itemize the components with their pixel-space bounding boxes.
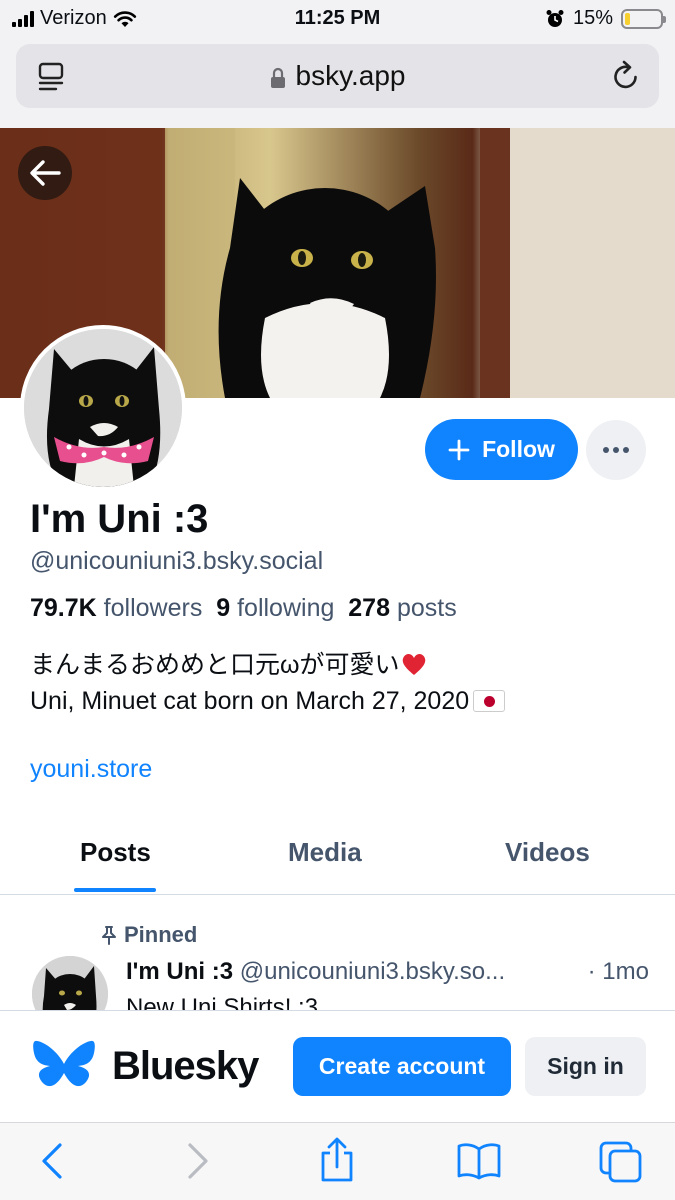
- post-timestamp[interactable]: · 1mo: [583, 958, 649, 986]
- active-tab-indicator: [74, 888, 156, 892]
- profile-avatar[interactable]: [20, 325, 186, 491]
- post-author-name[interactable]: I'm Uni :3: [126, 958, 233, 985]
- bio-line-1-text: まんまるおめめと口元ωが可愛い: [30, 651, 400, 679]
- profile-website-link[interactable]: youni.store: [30, 755, 152, 784]
- ellipsis-icon: [603, 447, 629, 453]
- follow-button[interactable]: Follow: [425, 419, 578, 480]
- battery-level: [625, 12, 631, 25]
- following-label: following: [237, 594, 335, 622]
- posts-count: 278: [348, 594, 390, 622]
- following-count: 9: [216, 594, 231, 622]
- followers-stat[interactable]: 79.7K followers: [30, 594, 202, 622]
- bluesky-wordmark: Bluesky: [112, 1044, 259, 1088]
- lock-icon: [270, 67, 285, 88]
- tabs-icon[interactable]: [599, 1141, 643, 1183]
- posts-label: posts: [396, 594, 457, 622]
- posts-stat: 278 posts: [348, 594, 456, 622]
- bookmarks-icon[interactable]: [456, 1141, 502, 1181]
- bio-line-2-text: Uni, Minuet cat born on March 27, 2020: [30, 687, 470, 715]
- post-author-handle[interactable]: @unicouniuni3.bsky.so...: [240, 958, 505, 985]
- pinned-text: Pinned: [124, 922, 198, 947]
- tab-videos[interactable]: Videos: [505, 837, 590, 868]
- followers-label: followers: [103, 594, 203, 622]
- url-display[interactable]: bsky.app: [16, 60, 659, 92]
- reload-icon[interactable]: [611, 60, 641, 92]
- browser-top-bar: bsky.app: [0, 38, 675, 128]
- browser-toolbar: [0, 1122, 675, 1200]
- alarm-icon: [546, 9, 564, 27]
- post-header: I'm Uni :3 @unicouniuni3.bsky.so...: [126, 958, 656, 986]
- signup-banner: Bluesky Create account Sign in: [0, 1010, 675, 1122]
- battery-icon: [621, 8, 666, 29]
- red-heart-emoji-icon: [402, 653, 425, 675]
- share-icon[interactable]: [318, 1137, 356, 1183]
- pin-icon: [102, 926, 116, 945]
- browser-back-icon[interactable]: [38, 1141, 66, 1181]
- profile-bio: まんまるおめめと口元ωが可愛い Uni, Minuet cat born on …: [30, 647, 506, 719]
- back-button[interactable]: [18, 146, 72, 200]
- follow-label: Follow: [482, 436, 555, 462]
- create-account-button[interactable]: Create account: [293, 1037, 511, 1096]
- pinned-label: Pinned: [100, 922, 197, 948]
- followers-count: 79.7K: [30, 594, 97, 622]
- avatar-cat-photo: [24, 329, 182, 487]
- bio-line-1: まんまるおめめと口元ωが可愛い: [30, 647, 505, 683]
- browser-forward-icon[interactable]: [184, 1141, 212, 1181]
- bio-line-2: Uni, Minuet cat born on March 27, 2020: [30, 683, 506, 719]
- japan-flag-emoji-icon: [473, 690, 506, 712]
- display-name: I'm Uni :3: [30, 497, 209, 541]
- arrow-left-icon: [30, 160, 61, 186]
- following-stat[interactable]: 9 following: [216, 594, 334, 622]
- tab-media[interactable]: Media: [288, 837, 362, 868]
- address-bar[interactable]: bsky.app: [16, 44, 659, 108]
- tab-posts[interactable]: Posts: [80, 837, 151, 868]
- battery-percent: 15%: [572, 7, 613, 29]
- post-text: New Uni Shirts! :3: [126, 996, 319, 1010]
- bluesky-butterfly-icon: [33, 1040, 95, 1087]
- status-bar: Verizon 11:25 PM 15%: [0, 0, 675, 38]
- profile-stats: 79.7K followers 9 following 278 posts: [30, 594, 457, 623]
- plus-icon: [448, 439, 470, 460]
- url-text: bsky.app: [295, 60, 406, 91]
- more-options-button[interactable]: [586, 420, 646, 480]
- profile-tabs: Posts Media Videos: [0, 815, 675, 895]
- sign-in-button[interactable]: Sign in: [525, 1037, 646, 1096]
- profile-handle: @unicouniuni3.bsky.social: [30, 547, 324, 575]
- status-bar-right: 15%: [545, 7, 666, 30]
